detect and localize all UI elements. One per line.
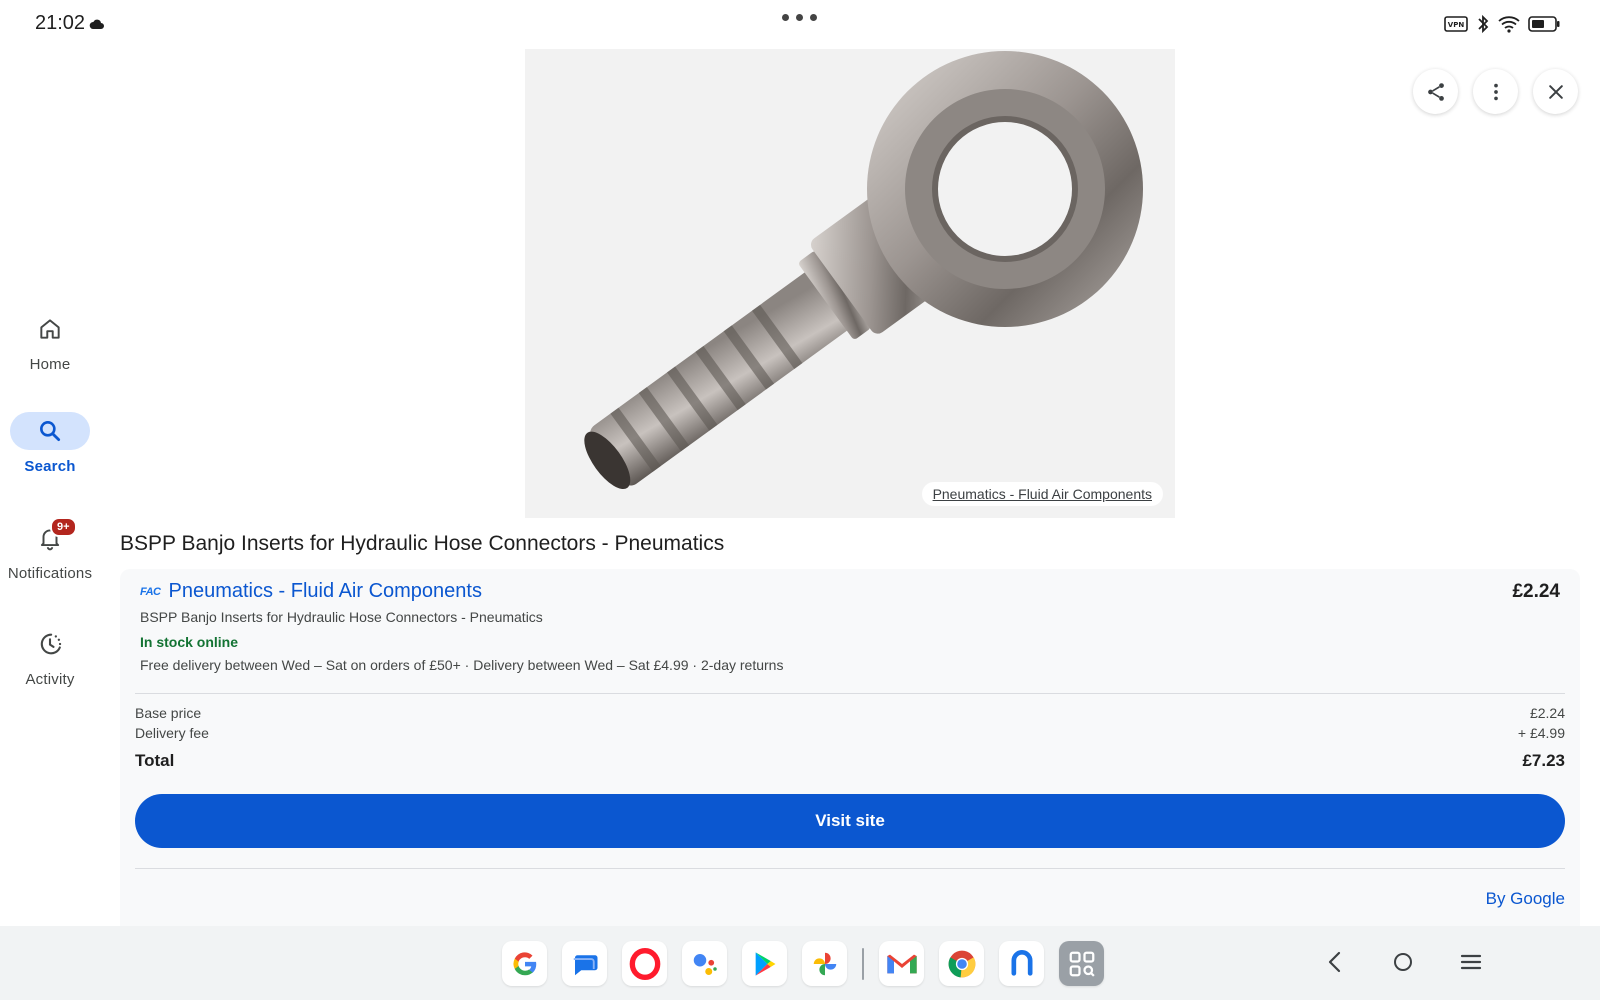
share-button[interactable] xyxy=(1413,69,1458,114)
nav-item-home[interactable]: Home xyxy=(0,310,100,373)
battery-icon xyxy=(1528,16,1560,32)
nav-item-activity[interactable]: Activity xyxy=(0,625,100,688)
stock-status: In stock online xyxy=(140,634,239,650)
banjo-fitting-illustration xyxy=(584,51,1143,490)
delivery-fee-label: Delivery fee xyxy=(135,725,209,741)
chrome-icon[interactable] xyxy=(939,941,984,986)
home-nav-button[interactable] xyxy=(1389,946,1417,978)
vpn-icon: VPN xyxy=(1444,16,1468,32)
base-price-label: Base price xyxy=(135,705,202,721)
divider xyxy=(135,693,1565,694)
total-value: £7.23 xyxy=(1522,751,1565,770)
photos-icon[interactable] xyxy=(802,941,847,986)
offer-description: BSPP Banjo Inserts for Hydraulic Hose Co… xyxy=(140,609,543,625)
merchant-row[interactable]: FAC Pneumatics - Fluid Air Components xyxy=(140,580,482,603)
system-nav-buttons xyxy=(1321,946,1485,978)
dock-apps xyxy=(502,941,1104,986)
messages-icon[interactable] xyxy=(562,941,607,986)
nav-label-notifications: Notifications xyxy=(7,565,93,582)
play-store-icon[interactable] xyxy=(742,941,787,986)
back-button[interactable] xyxy=(1321,946,1349,978)
status-time: 21:02 xyxy=(35,12,105,35)
merchant-logo: FAC xyxy=(140,585,161,598)
offer-card: FAC Pneumatics - Fluid Air Components £2… xyxy=(120,569,1580,926)
nav-item-search[interactable]: Search xyxy=(0,412,100,475)
merchant-name-link[interactable]: Pneumatics - Fluid Air Components xyxy=(169,580,482,603)
opera-icon[interactable] xyxy=(622,941,667,986)
back-icon xyxy=(1328,951,1341,973)
cloud-icon xyxy=(89,19,105,29)
visit-site-button[interactable]: Visit site xyxy=(135,794,1565,848)
app-drawer-icon[interactable] xyxy=(1059,941,1104,986)
multitask-handle[interactable] xyxy=(782,14,817,21)
nav-label-search: Search xyxy=(24,458,76,475)
divider xyxy=(135,868,1565,869)
base-price-value: £2.24 xyxy=(1529,705,1565,721)
share-icon xyxy=(1427,82,1444,101)
more-vert-icon xyxy=(1493,83,1498,100)
history-icon xyxy=(40,633,62,655)
nav-label-home: Home xyxy=(29,356,71,373)
product-title: BSPP Banjo Inserts for Hydraulic Hose Co… xyxy=(120,532,725,555)
google-icon[interactable] xyxy=(502,941,547,986)
recents-button[interactable] xyxy=(1457,946,1485,978)
taskbar xyxy=(0,926,1600,1000)
assistant-icon[interactable] xyxy=(682,941,727,986)
nova-icon[interactable] xyxy=(999,941,1044,986)
total-row: Total £7.23 xyxy=(135,751,1565,771)
gmail-icon[interactable] xyxy=(879,941,924,986)
nav-label-activity: Activity xyxy=(25,671,75,688)
delivery-fee-row: Delivery fee + £4.99 xyxy=(135,725,1565,741)
home-circle-icon xyxy=(1394,953,1412,971)
notification-badge: 9+ xyxy=(50,517,77,537)
viewer-actions xyxy=(1413,69,1578,114)
more-options-button[interactable] xyxy=(1473,69,1518,114)
product-image[interactable]: Pneumatics - Fluid Air Components xyxy=(525,49,1175,518)
close-button[interactable] xyxy=(1533,69,1578,114)
close-icon xyxy=(1548,84,1563,99)
wifi-icon xyxy=(1498,16,1520,33)
dock-separator xyxy=(862,947,864,980)
menu-icon xyxy=(1460,954,1482,970)
total-label: Total xyxy=(135,751,175,770)
search-icon xyxy=(40,421,61,442)
nav-item-notifications[interactable]: 9+ Notifications xyxy=(0,517,100,582)
home-icon xyxy=(40,319,60,339)
bluetooth-icon xyxy=(1478,14,1489,34)
base-price-row: Base price £2.24 xyxy=(135,705,1565,721)
status-icons: VPN xyxy=(1444,14,1560,34)
image-source-link[interactable]: Pneumatics - Fluid Air Components xyxy=(921,482,1163,506)
delivery-fee-value: + £4.99 xyxy=(1517,725,1565,741)
delivery-info: Free delivery between Wed – Sat on order… xyxy=(140,657,784,673)
status-bar: 21:02 VPN xyxy=(0,0,1600,46)
svg-text:VPN: VPN xyxy=(1448,21,1465,29)
offer-price: £2.24 xyxy=(1512,581,1560,602)
by-google-link[interactable]: By Google xyxy=(1486,889,1565,909)
